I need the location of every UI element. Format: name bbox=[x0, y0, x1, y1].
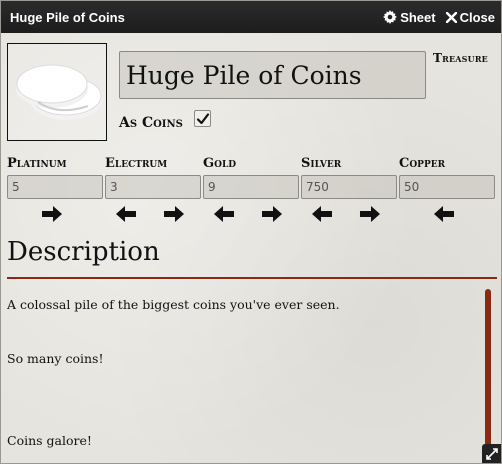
item-sheet-window: Huge Pile of Coins Sheet Close Treasure … bbox=[0, 0, 502, 464]
arrow-left-icon[interactable] bbox=[311, 205, 333, 223]
checkmark-icon bbox=[196, 112, 209, 124]
close-label: Close bbox=[459, 9, 495, 25]
as-coins-checkbox[interactable] bbox=[194, 110, 211, 127]
coin-label: Electrum bbox=[105, 156, 168, 171]
arrow-left-icon[interactable] bbox=[433, 205, 455, 223]
arrow-right-icon[interactable] bbox=[359, 205, 381, 223]
coin-copper: Copper 50 bbox=[399, 155, 495, 199]
description-heading: Description bbox=[7, 237, 160, 267]
item-name-input[interactable] bbox=[119, 51, 426, 99]
arrow-right-icon[interactable] bbox=[41, 205, 63, 223]
resize-icon bbox=[486, 448, 498, 460]
sheet-label: Sheet bbox=[400, 9, 436, 25]
close-icon bbox=[445, 11, 457, 23]
gear-icon bbox=[383, 10, 398, 24]
description-paragraph: A colossal pile of the biggest coins you… bbox=[7, 297, 340, 312]
item-image[interactable] bbox=[7, 43, 107, 141]
arrow-right-icon[interactable] bbox=[261, 205, 283, 223]
resize-handle[interactable] bbox=[482, 444, 501, 463]
coin-value-input[interactable]: 9 bbox=[203, 175, 299, 199]
coin-value-input[interactable]: 50 bbox=[399, 175, 495, 199]
coin-platinum: Platinum 5 bbox=[7, 155, 103, 199]
description-paragraph: So many coins! bbox=[7, 351, 104, 366]
sheet-button[interactable]: Sheet bbox=[383, 9, 436, 25]
description-divider bbox=[7, 277, 497, 279]
coin-value-input[interactable]: 3 bbox=[105, 175, 201, 199]
window-titlebar[interactable]: Huge Pile of Coins Sheet Close bbox=[1, 1, 501, 33]
coins-icon bbox=[16, 64, 102, 120]
coin-label: Platinum bbox=[7, 156, 67, 171]
description-scrollbar[interactable] bbox=[485, 289, 491, 449]
coin-silver: Silver 750 bbox=[301, 155, 397, 199]
arrow-right-icon[interactable] bbox=[163, 205, 185, 223]
coin-gold: Gold 9 bbox=[203, 155, 299, 199]
coin-value-input[interactable]: 5 bbox=[7, 175, 103, 199]
close-button[interactable]: Close bbox=[445, 9, 495, 25]
coin-electrum: Electrum 3 bbox=[105, 155, 201, 199]
coin-label: Gold bbox=[203, 156, 237, 171]
coin-label: Silver bbox=[301, 156, 342, 171]
description-paragraph: Coins galore! bbox=[7, 433, 92, 448]
item-type-label: Treasure bbox=[433, 51, 488, 65]
arrow-left-icon[interactable] bbox=[115, 205, 137, 223]
window-title: Huge Pile of Coins bbox=[10, 9, 125, 25]
arrow-left-icon[interactable] bbox=[213, 205, 235, 223]
coin-label: Copper bbox=[399, 156, 446, 171]
coin-value-input[interactable]: 750 bbox=[301, 175, 397, 199]
as-coins-label: As Coins bbox=[119, 115, 183, 131]
